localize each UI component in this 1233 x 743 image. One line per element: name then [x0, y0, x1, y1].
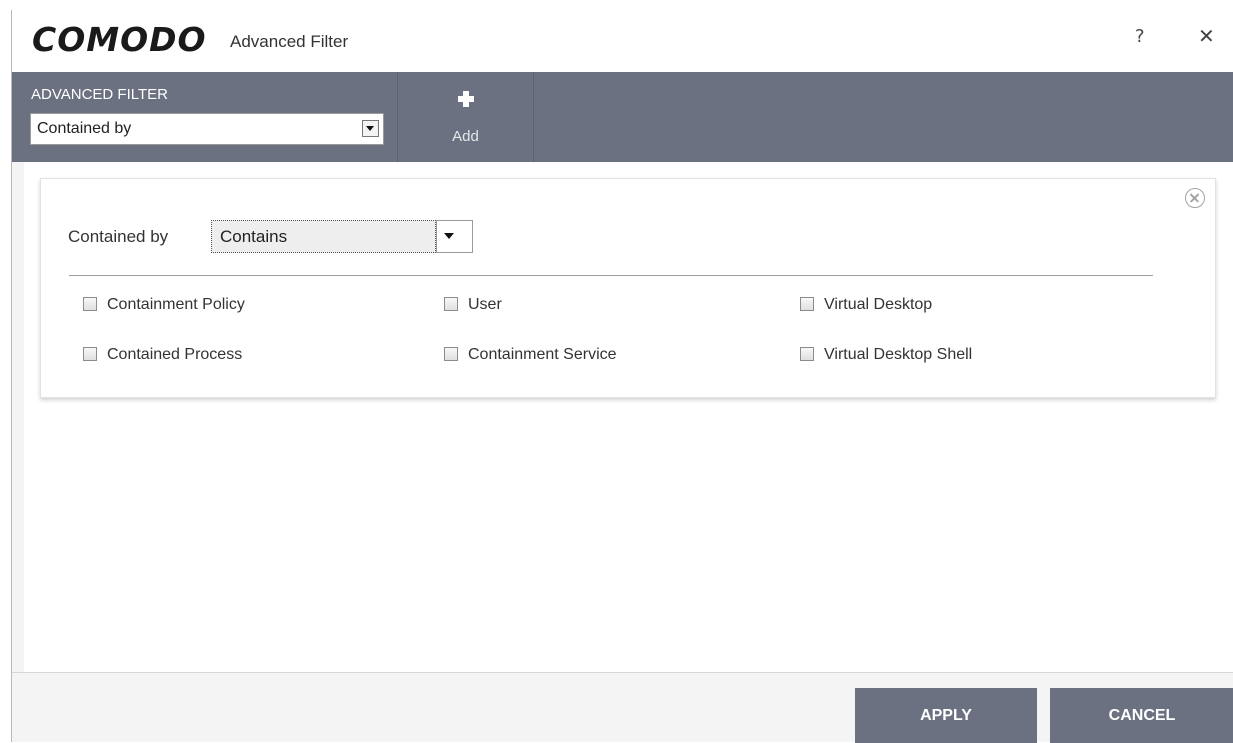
- checkbox[interactable]: [83, 297, 97, 311]
- apply-button[interactable]: APPLY: [855, 688, 1037, 743]
- advanced-filter-dialog: COMODO Advanced Filter ? ✕ ADVANCED FILT…: [11, 10, 1233, 743]
- filter-type-value: Contained by: [37, 120, 132, 137]
- option-containment-policy[interactable]: Containment Policy: [83, 296, 245, 314]
- comodo-logo: COMODO: [32, 20, 207, 59]
- filter-type-dropdown[interactable]: Contained by: [30, 113, 384, 145]
- help-icon[interactable]: ?: [1135, 26, 1145, 47]
- cancel-button[interactable]: CANCEL: [1050, 688, 1233, 743]
- filter-type-section: ADVANCED FILTER Contained by: [12, 72, 398, 162]
- option-contained-process[interactable]: Contained Process: [83, 346, 242, 364]
- title-bar: COMODO Advanced Filter ? ✕: [12, 10, 1233, 72]
- option-user[interactable]: User: [444, 296, 502, 314]
- close-icon[interactable]: ✕: [1198, 24, 1215, 48]
- option-label: User: [468, 296, 502, 313]
- checkbox[interactable]: [800, 347, 814, 361]
- option-virtual-desktop[interactable]: Virtual Desktop: [800, 296, 932, 314]
- advanced-filter-label: ADVANCED FILTER: [31, 86, 168, 103]
- checkbox[interactable]: [83, 347, 97, 361]
- option-label: Virtual Desktop: [824, 296, 933, 313]
- chevron-down-icon[interactable]: [362, 120, 379, 137]
- option-label: Virtual Desktop Shell: [824, 346, 973, 363]
- option-containment-service[interactable]: Containment Service: [444, 346, 617, 364]
- chevron-down-icon[interactable]: [436, 220, 473, 253]
- operator-select-box[interactable]: Contains: [211, 220, 436, 253]
- option-label: Containment Policy: [107, 296, 245, 313]
- option-virtual-desktop-shell[interactable]: Virtual Desktop Shell: [800, 346, 972, 364]
- window-title: Advanced Filter: [230, 32, 349, 51]
- checkbox[interactable]: [444, 297, 458, 311]
- filter-card: Contained by Contains Containment Policy…: [40, 178, 1216, 398]
- option-label: Containment Service: [468, 346, 617, 363]
- checkbox[interactable]: [444, 347, 458, 361]
- operator-dropdown[interactable]: Contains: [211, 220, 473, 253]
- dialog-footer: APPLY CANCEL: [12, 672, 1233, 743]
- operator-value: Contains: [220, 227, 288, 246]
- add-label: Add: [452, 128, 479, 145]
- divider: [69, 275, 1153, 276]
- checkbox[interactable]: [800, 297, 814, 311]
- toolbar: ADVANCED FILTER Contained by Add: [12, 72, 1233, 162]
- option-label: Contained Process: [107, 346, 243, 363]
- filter-content-area: Contained by Contains Containment Policy…: [24, 162, 1233, 672]
- remove-filter-icon[interactable]: [1185, 188, 1205, 208]
- condition-label: Contained by: [68, 227, 169, 246]
- add-filter-button[interactable]: Add: [398, 72, 534, 162]
- plus-icon: [458, 91, 474, 107]
